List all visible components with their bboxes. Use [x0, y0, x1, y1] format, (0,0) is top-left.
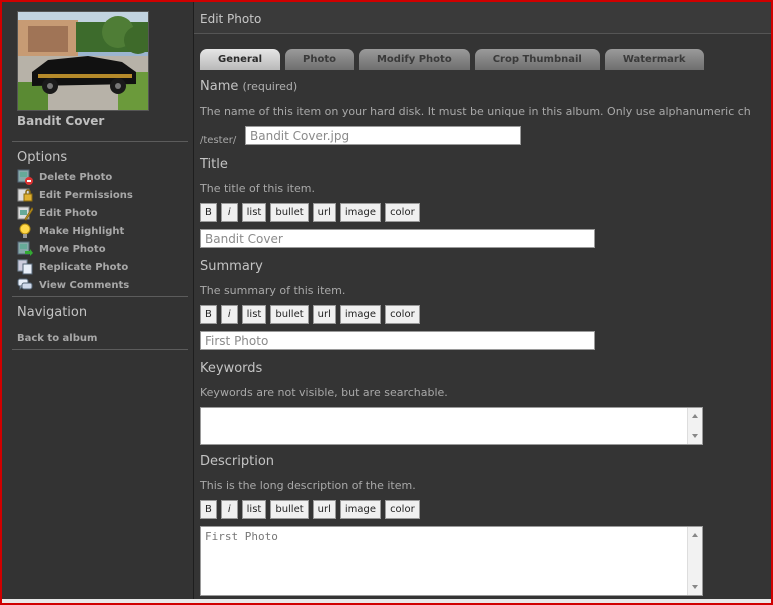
- image-button[interactable]: image: [339, 203, 382, 222]
- image-button[interactable]: image: [339, 500, 382, 519]
- summary-input[interactable]: First Photo: [200, 331, 595, 350]
- option-label: Move Photo: [39, 243, 106, 255]
- color-button[interactable]: color: [385, 305, 420, 324]
- photo-thumbnail[interactable]: [17, 11, 149, 111]
- color-button[interactable]: color: [385, 500, 420, 519]
- replicate-photo-link[interactable]: Replicate Photo: [17, 259, 128, 275]
- name-label-text: Name: [200, 79, 239, 94]
- summary-help: The summary of this item.: [200, 284, 346, 297]
- options-heading: Options: [17, 150, 68, 165]
- keywords-label: Keywords: [200, 361, 263, 376]
- move-icon: [17, 241, 33, 257]
- main-panel: Edit Photo General Photo Modify Photo Cr…: [194, 2, 771, 603]
- bullet-button[interactable]: bullet: [270, 203, 309, 222]
- required-note: (required): [242, 80, 298, 93]
- keywords-scrollbar[interactable]: [687, 408, 702, 444]
- tab-crop-thumbnail[interactable]: Crop Thumbnail: [474, 49, 600, 70]
- divider: [12, 296, 188, 297]
- window-frame: Bandit Cover Options Delete Photo Edit P…: [0, 0, 773, 605]
- summary-label: Summary: [200, 259, 263, 274]
- comments-icon: [17, 277, 33, 293]
- keywords-help: Keywords are not visible, but are search…: [200, 386, 448, 399]
- color-button[interactable]: color: [385, 203, 420, 222]
- delete-photo-icon: [17, 169, 33, 185]
- title-toolbar: B i list bullet url image color: [200, 203, 424, 222]
- path-prefix: /tester/: [200, 135, 237, 146]
- make-highlight-link[interactable]: Make Highlight: [17, 223, 124, 239]
- title-label: Title: [200, 157, 228, 172]
- edit-photo-link[interactable]: Edit Photo: [17, 205, 98, 221]
- description-help: This is the long description of the item…: [200, 479, 416, 492]
- scroll-down-icon[interactable]: [692, 434, 698, 438]
- lightbulb-icon: [17, 223, 33, 239]
- divider: [12, 349, 188, 350]
- name-input[interactable]: Bandit Cover.jpg: [245, 126, 521, 145]
- keywords-textarea[interactable]: [200, 407, 703, 445]
- bold-button[interactable]: B: [200, 203, 217, 222]
- copy-icon: [17, 259, 33, 275]
- title-input[interactable]: Bandit Cover: [200, 229, 595, 248]
- url-button[interactable]: url: [312, 203, 336, 222]
- tab-modify-photo[interactable]: Modify Photo: [358, 49, 470, 70]
- sidebar: Bandit Cover Options Delete Photo Edit P…: [2, 2, 194, 603]
- option-label: Edit Photo: [39, 207, 98, 219]
- bold-button[interactable]: B: [200, 305, 217, 324]
- option-label: Edit Permissions: [39, 189, 133, 201]
- back-to-album-link[interactable]: Back to album: [17, 333, 97, 344]
- delete-photo-link[interactable]: Delete Photo: [17, 169, 112, 185]
- url-button[interactable]: url: [312, 305, 336, 324]
- tab-bar: General Photo Modify Photo Crop Thumbnai…: [200, 49, 709, 70]
- tab-general[interactable]: General: [200, 49, 280, 70]
- list-button[interactable]: list: [241, 305, 267, 324]
- name-label: Name (required): [200, 79, 297, 94]
- bullet-button[interactable]: bullet: [270, 500, 309, 519]
- description-scrollbar[interactable]: [687, 527, 702, 595]
- title-help: The title of this item.: [200, 182, 315, 195]
- description-toolbar: B i list bullet url image color: [200, 500, 424, 519]
- italic-button[interactable]: i: [220, 203, 238, 222]
- option-label: Replicate Photo: [39, 261, 129, 273]
- page-title-bar: Edit Photo: [194, 2, 771, 34]
- scroll-up-icon[interactable]: [692, 533, 698, 537]
- list-button[interactable]: list: [241, 203, 267, 222]
- description-value: First Photo: [205, 530, 278, 543]
- scroll-up-icon[interactable]: [692, 414, 698, 418]
- italic-button[interactable]: i: [220, 305, 238, 324]
- bold-button[interactable]: B: [200, 500, 217, 519]
- edit-permissions-link[interactable]: Edit Permissions: [17, 187, 133, 203]
- move-photo-link[interactable]: Move Photo: [17, 241, 106, 257]
- scroll-down-icon[interactable]: [692, 585, 698, 589]
- bullet-button[interactable]: bullet: [270, 305, 309, 324]
- lock-icon: [17, 187, 33, 203]
- description-textarea[interactable]: First Photo: [200, 526, 703, 596]
- horizontal-scrollbar[interactable]: [2, 599, 771, 603]
- summary-toolbar: B i list bullet url image color: [200, 305, 424, 324]
- view-comments-link[interactable]: View Comments: [17, 277, 129, 293]
- option-label: Delete Photo: [39, 171, 113, 183]
- page-title: Edit Photo: [200, 12, 262, 26]
- description-label: Description: [200, 454, 275, 469]
- edit-icon: [17, 205, 34, 221]
- name-help: The name of this item on your hard disk.…: [200, 105, 751, 118]
- option-label: Make Highlight: [39, 225, 125, 237]
- tab-watermark[interactable]: Watermark: [604, 49, 704, 70]
- url-button[interactable]: url: [312, 500, 336, 519]
- list-button[interactable]: list: [241, 500, 267, 519]
- italic-button[interactable]: i: [220, 500, 238, 519]
- navigation-heading: Navigation: [17, 305, 88, 320]
- tab-photo[interactable]: Photo: [285, 49, 354, 70]
- option-label: View Comments: [39, 279, 130, 291]
- divider: [12, 141, 188, 142]
- image-button[interactable]: image: [339, 305, 382, 324]
- item-title: Bandit Cover: [17, 114, 105, 128]
